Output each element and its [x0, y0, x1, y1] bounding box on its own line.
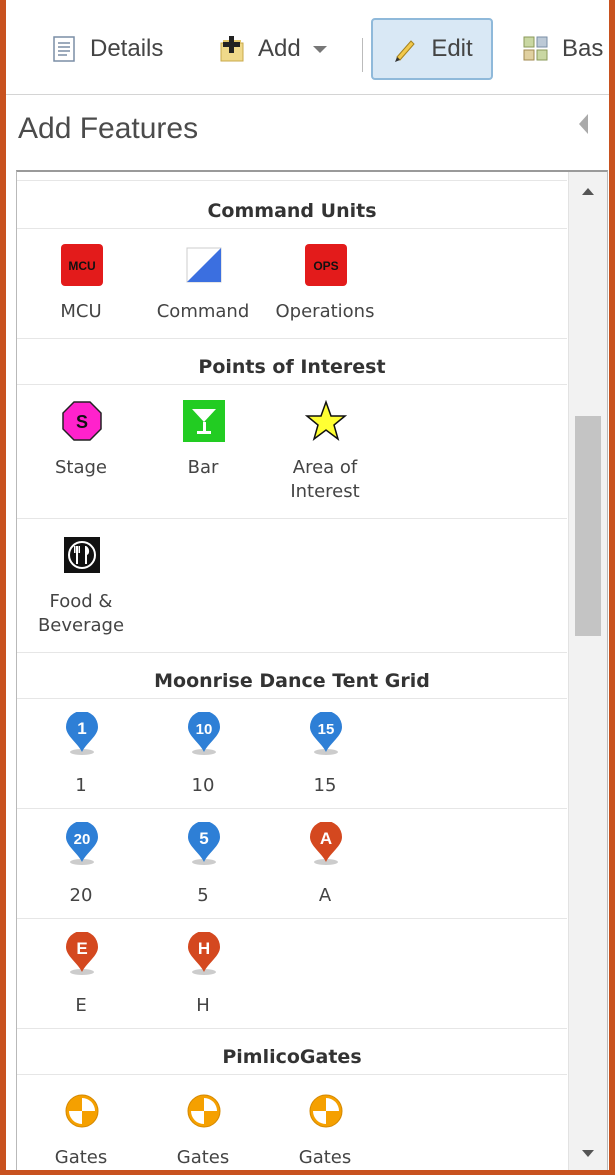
template-item-label: 15: [313, 775, 337, 796]
star-icon: [305, 400, 347, 442]
map-pin-icon: A: [305, 822, 347, 865]
ops-icon: OPS: [305, 244, 347, 286]
template-item-label: Bar: [187, 457, 219, 478]
template-item-label: H: [196, 995, 210, 1016]
map-pin-icon: 20: [61, 822, 103, 865]
edit-button[interactable]: Edit: [371, 18, 493, 80]
gate-circle-icon: [61, 1090, 103, 1132]
cutlery-icon: [61, 534, 103, 576]
label-line: Food &: [49, 591, 113, 612]
stage-octagon-icon: S: [61, 400, 103, 442]
divider: [17, 698, 567, 699]
command-triangle-icon: [183, 244, 225, 286]
divider: [17, 918, 567, 919]
pin-text: 1: [77, 719, 86, 738]
scroll-down-arrow-icon[interactable]: [582, 1150, 594, 1157]
template-item-label: Food & Beverage: [19, 590, 143, 638]
template-item-label: Gates: [54, 1147, 108, 1168]
details-icon: [50, 35, 78, 63]
divider: [17, 1074, 567, 1075]
template-item-label: Operations: [275, 301, 375, 322]
template-item-label: Command: [156, 301, 250, 322]
map-pin-icon: 15: [305, 712, 347, 755]
divider: [17, 384, 567, 385]
map-pin-icon: E: [61, 932, 103, 975]
template-item-label: 1: [75, 775, 87, 796]
template-item-label: MCU: [60, 301, 102, 322]
pin-text: 20: [74, 831, 91, 848]
feature-template-list: Command Units MCU MCU Command OPS Operat…: [16, 170, 608, 1170]
vertical-scrollbar[interactable]: [568, 172, 607, 1170]
collapse-panel-icon[interactable]: [579, 114, 588, 134]
divider: [17, 652, 567, 653]
group-header-pimlico-gates: PimlicoGates: [222, 1046, 362, 1068]
template-item-label: Gates: [176, 1147, 230, 1168]
template-item-label: 20: [69, 885, 93, 906]
label-line: Area of: [292, 457, 358, 478]
template-item-label: 5: [197, 885, 209, 906]
stage-icon-text: S: [76, 412, 88, 432]
template-item-label: Area of Interest: [263, 456, 387, 504]
divider: [17, 228, 567, 229]
divider: [17, 1028, 567, 1029]
ops-icon-text: OPS: [313, 259, 338, 273]
divider: [17, 808, 567, 809]
map-pin-icon: 10: [183, 712, 225, 755]
group-header-command-units: Command Units: [207, 200, 377, 222]
mcu-icon-text: MCU: [68, 259, 95, 273]
pin-text: H: [198, 939, 210, 958]
pin-text: A: [320, 829, 332, 848]
template-item-label: E: [75, 995, 87, 1016]
details-label: Details: [90, 35, 164, 62]
template-item-label: Stage: [54, 457, 107, 478]
template-item-label: Gates: [298, 1147, 352, 1168]
scroll-up-arrow-icon[interactable]: [582, 188, 594, 195]
scrollbar-thumb[interactable]: [575, 416, 601, 636]
edit-label: Edit: [431, 35, 473, 62]
pin-text: 15: [318, 721, 335, 738]
map-pin-icon: H: [183, 932, 225, 975]
group-header-dance-tent-grid: Moonrise Dance Tent Grid: [154, 670, 430, 692]
chevron-down-icon: [312, 45, 327, 53]
toolbar: Details Add Edit Bas: [6, 0, 609, 95]
template-item-label: A: [318, 885, 332, 906]
pin-text: 5: [199, 829, 208, 848]
pin-text: E: [76, 939, 87, 958]
add-button[interactable]: Add: [218, 18, 327, 80]
gate-circle-icon: [305, 1090, 347, 1132]
group-header-points-of-interest: Points of Interest: [198, 356, 386, 378]
add-label: Add: [258, 35, 301, 62]
map-pin-icon: 5: [183, 822, 225, 865]
map-pin-icon: 1: [61, 712, 103, 755]
divider: [17, 338, 567, 339]
details-button[interactable]: Details: [50, 18, 163, 80]
toolbar-divider: [362, 38, 363, 72]
template-item-label: 10: [191, 775, 215, 796]
pin-text: 10: [196, 721, 213, 738]
feature-template-scroll-area: Command Units MCU MCU Command OPS Operat…: [17, 172, 567, 1170]
mcu-icon: MCU: [61, 244, 103, 286]
divider: [17, 180, 567, 181]
gate-circle-icon: [183, 1090, 225, 1132]
divider: [17, 518, 567, 519]
basemap-grid-icon: [522, 35, 550, 63]
add-features-window: Details Add Edit Bas Add Features Comman…: [6, 0, 609, 1170]
panel-title: Add Features: [18, 112, 199, 145]
add-layer-icon: [218, 35, 246, 63]
basemap-label: Bas: [562, 35, 604, 62]
basemap-button[interactable]: Bas: [522, 18, 603, 80]
label-line: Beverage: [37, 615, 125, 636]
cocktail-glass-icon: [183, 400, 225, 442]
label-line: Interest: [290, 481, 360, 502]
pencil-icon: [391, 35, 419, 63]
